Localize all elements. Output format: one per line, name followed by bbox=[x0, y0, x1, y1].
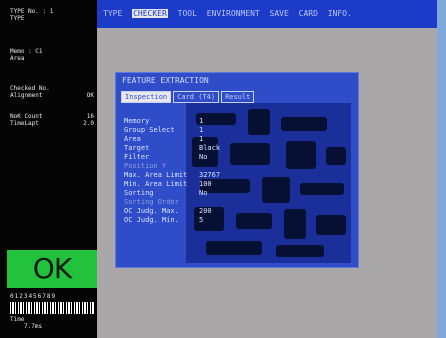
param-value bbox=[199, 162, 259, 171]
param-row-filter[interactable]: Filter No bbox=[124, 153, 259, 162]
stat-label: TimeLapt bbox=[10, 120, 39, 127]
stat-row: TimeLapt 2.0 bbox=[10, 120, 94, 127]
stat-row: NoK Count 16 bbox=[10, 113, 94, 120]
feature-blob bbox=[316, 215, 346, 235]
param-label: OC Judg. Max. bbox=[124, 207, 179, 215]
memo-info: Memo : C1 Area bbox=[10, 48, 43, 62]
stat-value: OK bbox=[86, 92, 94, 99]
time-label: Time bbox=[10, 316, 25, 323]
feature-blob bbox=[300, 183, 344, 195]
menu-item-tool[interactable]: TOOL bbox=[178, 9, 197, 18]
param-label: Area bbox=[124, 135, 141, 143]
status-panel: TYPE No. : 1 TYPE Memo : C1 Area Checked… bbox=[0, 0, 97, 338]
param-label: Memory bbox=[124, 117, 150, 125]
tab-inspection[interactable]: Inspection bbox=[121, 91, 172, 103]
monitor-edge bbox=[437, 0, 446, 338]
stat-row: Checked No. bbox=[10, 85, 94, 92]
param-label: Group Select bbox=[124, 126, 175, 134]
param-value: 100 bbox=[199, 180, 212, 188]
type-info: TYPE No. : 1 TYPE bbox=[10, 8, 53, 22]
param-value: 1 bbox=[199, 117, 204, 125]
param-label: Sorting Order bbox=[124, 198, 179, 206]
param-row-target[interactable]: Target Black bbox=[124, 144, 259, 153]
dialog-tabs: Inspection Card (T4) Result bbox=[121, 91, 256, 103]
feature-blob bbox=[286, 141, 316, 169]
param-label: Target bbox=[124, 144, 150, 152]
barcode-digits: 0123456789 bbox=[10, 293, 57, 300]
param-row-oc-judg-max[interactable]: OC Judg. Max. 200 bbox=[124, 207, 259, 216]
param-row-max-area[interactable]: Max. Area Limit 32767 bbox=[124, 171, 259, 180]
menu-bar: TYPE CHECKER TOOL ENVIRONMENT SAVE CARD … bbox=[97, 0, 437, 28]
feature-blob bbox=[206, 241, 262, 255]
stats-block: Checked No. Alignment OK NoK Count 16 Ti… bbox=[10, 85, 94, 127]
feature-extraction-dialog: FEATURE EXTRACTION Inspection Card (T4) … bbox=[115, 72, 359, 268]
memo-label: Memo : C1 bbox=[10, 48, 43, 55]
param-value: 1 bbox=[199, 126, 204, 134]
dialog-title: FEATURE EXTRACTION bbox=[122, 76, 209, 85]
param-row-memory[interactable]: Memory 1 bbox=[124, 117, 259, 126]
judgment-ok-indicator: OK bbox=[7, 250, 97, 288]
menu-item-environment[interactable]: ENVIRONMENT bbox=[207, 9, 260, 18]
param-label: Max. Area Limit bbox=[124, 171, 188, 179]
param-label: OC Judg. Min. bbox=[124, 216, 179, 224]
feature-blob bbox=[276, 245, 324, 257]
parameter-list: Memory 1 Group Select 1 Area 1 Target Bl… bbox=[124, 117, 259, 225]
param-label: Sorting bbox=[124, 189, 154, 197]
stat-label: NoK Count bbox=[10, 113, 43, 120]
menu-item-save[interactable]: SAVE bbox=[270, 9, 289, 18]
param-row-sorting[interactable]: Sorting No bbox=[124, 189, 259, 198]
menu-item-type[interactable]: TYPE bbox=[103, 9, 122, 18]
menu-item-info[interactable]: INFO. bbox=[328, 9, 352, 18]
param-value: No bbox=[199, 189, 208, 197]
stat-value: 2.0 bbox=[83, 120, 94, 127]
feature-blob bbox=[262, 177, 290, 203]
stat-row: Alignment OK bbox=[10, 92, 94, 99]
stat-label: Checked No. bbox=[10, 85, 50, 92]
feature-blob bbox=[284, 209, 306, 239]
param-value: No bbox=[199, 153, 208, 161]
stat-value: 16 bbox=[86, 113, 94, 120]
tab-result[interactable]: Result bbox=[221, 91, 255, 103]
param-value: 200 bbox=[199, 207, 212, 215]
stat-label: Alignment bbox=[10, 92, 43, 99]
time-info: Time 7.7ms bbox=[10, 316, 42, 330]
param-value: 32767 bbox=[199, 171, 221, 179]
param-row-oc-judg-min[interactable]: OC Judg. Min. 5 bbox=[124, 216, 259, 225]
param-row-area[interactable]: Area 1 bbox=[124, 135, 259, 144]
param-label: Filter bbox=[124, 153, 150, 161]
param-label: Min. Area Limit bbox=[124, 180, 188, 188]
menu-item-checker[interactable]: CHECKER bbox=[132, 9, 168, 18]
param-label: Position Y bbox=[124, 162, 167, 170]
feature-blob bbox=[281, 117, 327, 131]
param-row-position[interactable]: Position Y bbox=[124, 162, 259, 171]
area-label: Area bbox=[10, 55, 25, 62]
param-value: Black bbox=[199, 144, 221, 152]
type-number: TYPE No. : 1 bbox=[10, 8, 54, 15]
tab-card[interactable]: Card (T4) bbox=[173, 91, 220, 103]
param-row-group-select[interactable]: Group Select 1 bbox=[124, 126, 259, 135]
type-label: TYPE bbox=[10, 15, 25, 22]
param-value: 5 bbox=[199, 216, 204, 224]
time-value: 7.7ms bbox=[24, 323, 43, 330]
menu-item-card[interactable]: CARD bbox=[299, 9, 318, 18]
barcode-graphic bbox=[10, 302, 94, 314]
param-value: 1 bbox=[199, 135, 204, 143]
param-value bbox=[199, 198, 259, 207]
param-row-sorting-order[interactable]: Sorting Order bbox=[124, 198, 259, 207]
feature-blob bbox=[326, 147, 346, 165]
param-row-min-area[interactable]: Min. Area Limit 100 bbox=[124, 180, 259, 189]
